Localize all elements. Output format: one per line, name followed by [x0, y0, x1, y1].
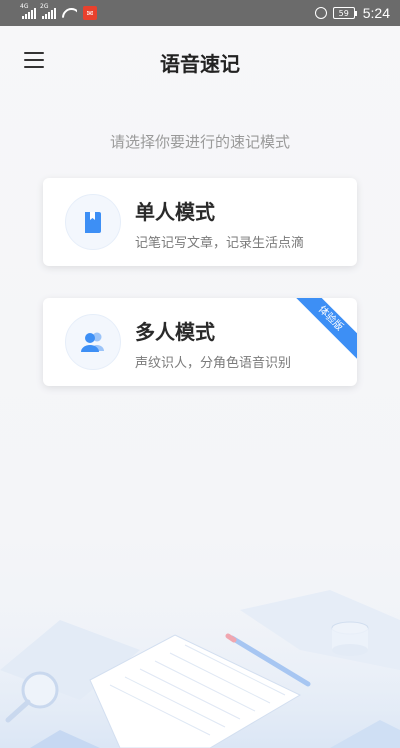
wifi-icon	[62, 8, 77, 19]
signal-icon: 4G	[20, 3, 36, 19]
users-icon	[65, 314, 121, 370]
page-title: 语音速记	[160, 52, 240, 76]
multi-mode-title: 多人模式	[135, 320, 215, 344]
status-left: 4G 2G ✉	[20, 3, 97, 20]
network-type-2: 2G	[40, 3, 49, 10]
multi-mode-description: 声纹识人，分角色语音识别	[135, 356, 292, 371]
alarm-icon	[314, 7, 327, 19]
battery-level: 59	[332, 7, 355, 19]
desk-illustration	[0, 580, 400, 748]
multi-mode-card[interactable]: 多人模式 声纹识人，分角色语音识别 体验版	[43, 298, 357, 386]
network-type-1: 4G	[20, 3, 29, 10]
single-mode-title: 单人模式	[135, 200, 215, 224]
notebook-icon	[65, 194, 121, 250]
notification-app-icon: ✉	[83, 6, 97, 20]
single-mode-card[interactable]: 单人模式 记笔记写文章，记录生活点滴	[43, 178, 357, 266]
trial-badge: 体验版	[284, 298, 357, 365]
single-mode-description: 记笔记写文章，记录生活点滴	[135, 236, 305, 251]
status-bar: 4G 2G ✉ 59 5:24	[0, 0, 400, 26]
status-right: 59 5:24	[314, 5, 390, 21]
app-header: 语音速记	[0, 26, 400, 96]
mode-prompt: 请选择你要进行的速记模式	[109, 133, 290, 151]
battery-icon: 59	[332, 7, 357, 19]
signal-icon-2: 2G	[40, 3, 56, 19]
clock: 5:24	[362, 5, 390, 21]
